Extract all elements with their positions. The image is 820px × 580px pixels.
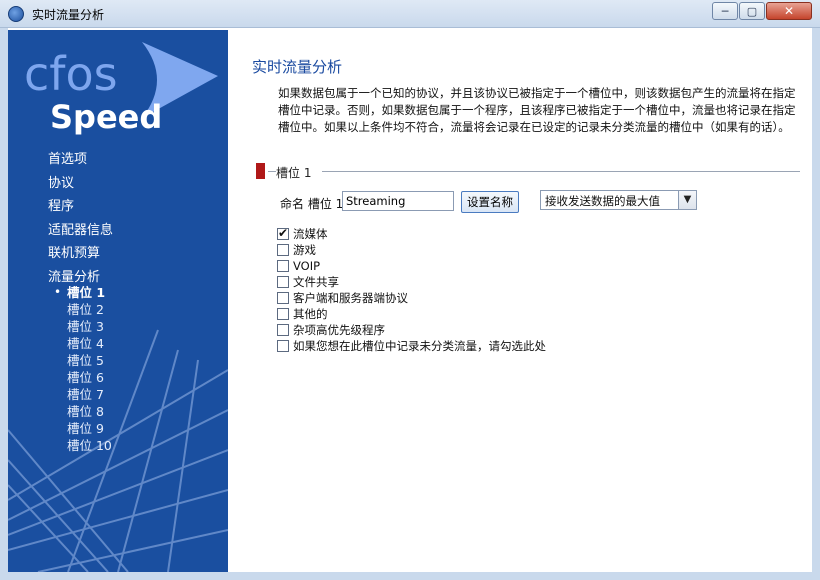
sidebar: cfos Speed 首选项 协议 程序 适配器信息 联机预算 流量分析 • 槽… [8,30,228,572]
close-button[interactable]: ✕ [766,2,812,20]
minimize-icon: ─ [721,4,729,18]
checkbox-label: VOIP [293,259,321,273]
close-icon: ✕ [783,4,795,18]
active-bullet-icon: • [54,285,62,299]
checkbox-box-icon[interactable] [277,292,289,304]
checkbox-label: 客户端和服务器端协议 [293,291,408,305]
sidebar-slot-6[interactable]: 槽位 6 [67,369,112,386]
set-name-button[interactable]: 设置名称 [461,191,519,213]
logo-speed-text: Speed [50,98,162,136]
category-checkbox-list: 流媒体 游戏 VOIP 文件共享 客户端和服务器端协议 其他的 杂项高优先级程序… [277,226,546,354]
logo-cfos-text: cfos [24,47,118,101]
cfos-speed-logo: cfos Speed [24,42,218,136]
checkbox-streaming[interactable]: 流媒体 [277,226,546,242]
checkbox-label: 杂项高优先级程序 [293,323,385,337]
window-frame-bottom [0,572,820,580]
sidebar-slot-2[interactable]: 槽位 2 [67,301,112,318]
section-title: 槽位 1 [276,166,312,180]
checkbox-voip[interactable]: VOIP [277,258,546,274]
window-title: 实时流量分析 [32,8,105,22]
window-frame-right [812,28,820,580]
sidebar-slot-4[interactable]: 槽位 4 [67,335,112,352]
checkbox-misc-high-priority[interactable]: 杂项高优先级程序 [277,322,546,338]
sidebar-slot-7[interactable]: 槽位 7 [67,386,112,403]
checkbox-label: 其他的 [293,307,328,321]
checkbox-box-icon[interactable] [277,324,289,336]
sidebar-slot-5[interactable]: 槽位 5 [67,352,112,369]
app-icon [8,6,24,22]
checkbox-file-sharing[interactable]: 文件共享 [277,274,546,290]
sidebar-slot-3[interactable]: 槽位 3 [67,318,112,335]
checkbox-unclassified[interactable]: 如果您想在此槽位中记录未分类流量，请勾选此处 [277,338,546,354]
checkbox-box-icon[interactable] [277,308,289,320]
sidebar-item-online-budget[interactable]: 联机预算 [48,242,113,266]
description-text: 如果数据包属于一个已知的协议，并且该协议已被指定于一个槽位中，则该数据包产生的流… [278,86,796,134]
checkbox-label: 游戏 [293,243,316,257]
sidebar-item-protocols[interactable]: 协议 [48,172,113,196]
checkbox-box-icon[interactable] [277,276,289,288]
maximize-button[interactable]: ▢ [739,2,765,20]
checkbox-other[interactable]: 其他的 [277,306,546,322]
sidebar-slot-10[interactable]: 槽位 10 [67,437,112,454]
slot-list: 槽位 1 槽位 2 槽位 3 槽位 4 槽位 5 槽位 6 槽位 7 槽位 8 … [67,284,112,454]
checkbox-label: 如果您想在此槽位中记录未分类流量，请勾选此处 [293,339,546,353]
slot-name-label: 命名 槽位 1 [280,197,344,211]
checkbox-box-icon[interactable] [277,244,289,256]
sidebar-slot-9[interactable]: 槽位 9 [67,420,112,437]
slot-name-input[interactable] [342,191,454,211]
checkbox-client-server[interactable]: 客户端和服务器端协议 [277,290,546,306]
sidebar-item-programs[interactable]: 程序 [48,195,113,219]
checkbox-label: 文件共享 [293,275,339,289]
maximize-icon: ▢ [746,4,758,18]
sidebar-nav: 首选项 协议 程序 适配器信息 联机预算 流量分析 [48,148,113,289]
sidebar-slot-8[interactable]: 槽位 8 [67,403,112,420]
sidebar-item-adapter-info[interactable]: 适配器信息 [48,219,113,243]
checkbox-box-icon[interactable] [277,260,289,272]
page-title: 实时流量分析 [252,58,343,76]
section-divider [322,171,800,172]
checkbox-label: 流媒体 [293,227,328,241]
main-panel: 实时流量分析 如果数据包属于一个已知的协议，并且该协议已被指定于一个槽位中，则该… [228,30,812,572]
title-bar: 实时流量分析 ─ ▢ ✕ [0,0,820,28]
section-divider-left [268,171,276,172]
checkbox-box-icon[interactable] [277,340,289,352]
minimize-button[interactable]: ─ [712,2,738,20]
record-mode-select[interactable]: 接收发送数据的最大值 ▼ [540,190,697,210]
sidebar-slot-1[interactable]: 槽位 1 [67,284,112,301]
record-mode-value: 接收发送数据的最大值 [545,194,660,208]
checkbox-games[interactable]: 游戏 [277,242,546,258]
chevron-down-icon[interactable]: ▼ [678,191,696,209]
checkbox-checked-icon[interactable] [277,226,289,240]
section-accent-bar [256,163,265,179]
sidebar-item-preferences[interactable]: 首选项 [48,148,113,172]
window-frame-left [0,28,8,580]
